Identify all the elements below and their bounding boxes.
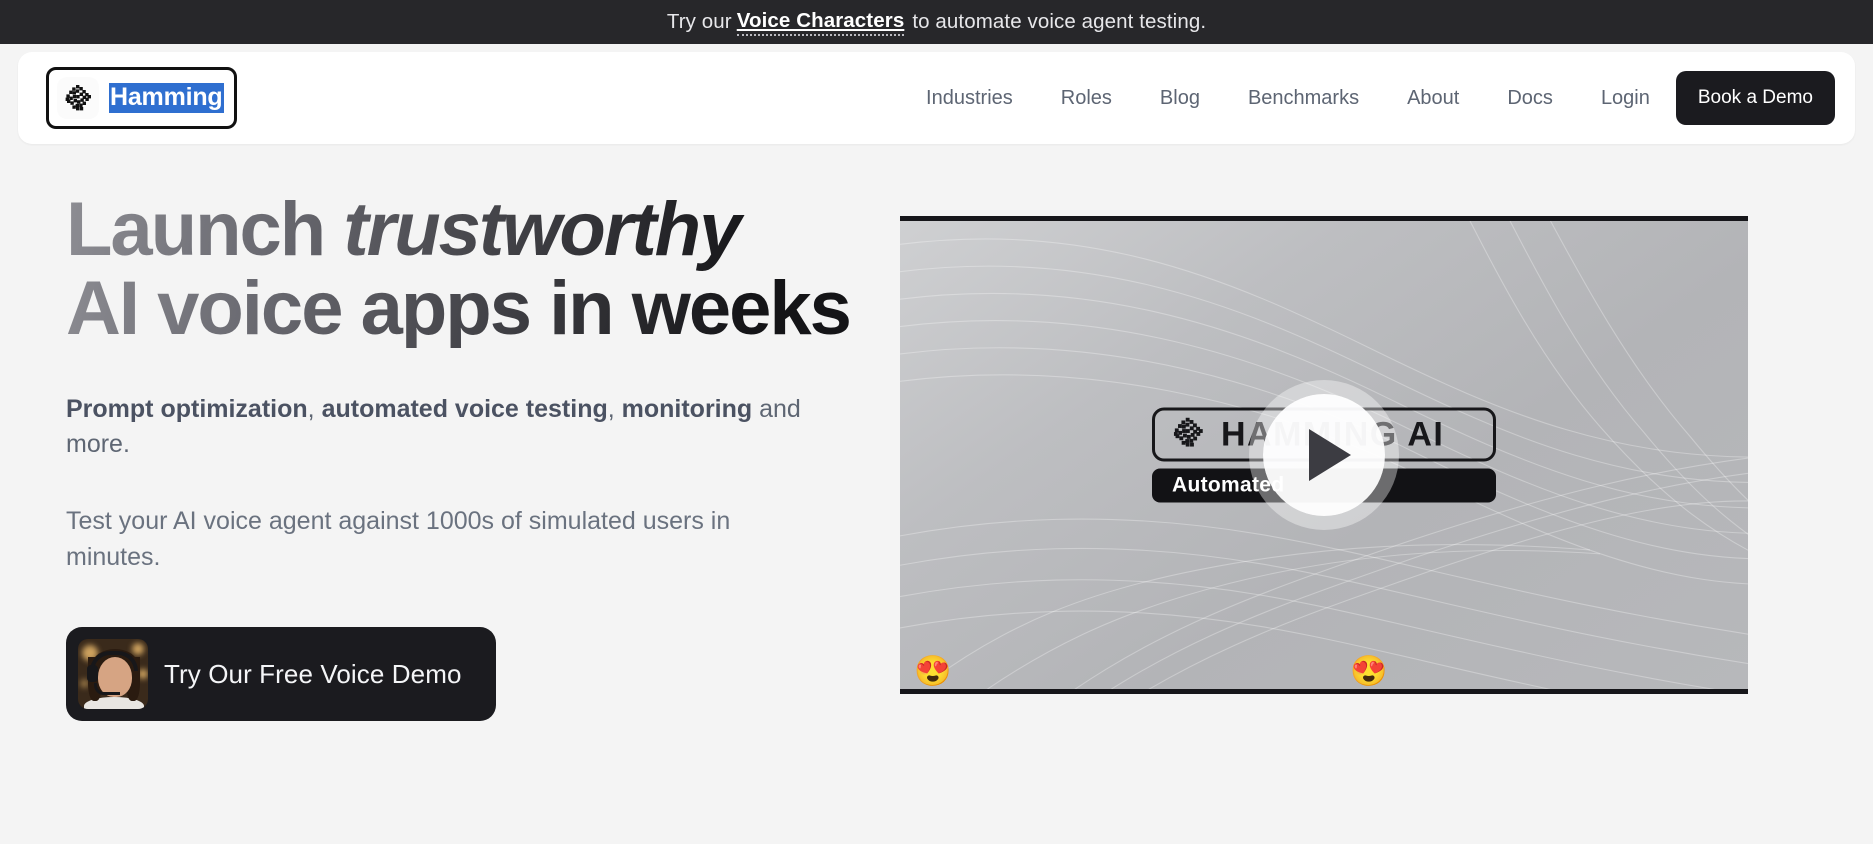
maze-logo-icon xyxy=(1171,415,1205,454)
headline-part-trustworthy: trustworthy xyxy=(343,187,740,272)
subhead-bold-2: automated voice testing xyxy=(321,395,608,424)
nav-item-login[interactable]: Login xyxy=(1577,77,1676,120)
nav-item-benchmarks[interactable]: Benchmarks xyxy=(1224,77,1383,120)
reaction-emoji-left: 😍 xyxy=(914,655,952,688)
maze-logo-icon xyxy=(57,77,99,119)
headline-line-2: AI voice apps in weeks xyxy=(66,266,850,352)
subhead-sep-2: , xyxy=(607,395,622,424)
nav-item-docs[interactable]: Docs xyxy=(1483,77,1577,120)
headline-part-launch: Launch xyxy=(66,187,344,272)
hero-description: Test your AI voice agent against 1000s o… xyxy=(66,507,731,571)
subhead-sep-1: , xyxy=(307,395,322,424)
page-title: Launch trustworthy AI voice apps in week… xyxy=(66,190,900,348)
subhead-bold-3: monitoring xyxy=(621,395,753,424)
banner-prefix: Try our xyxy=(666,10,732,33)
logo-wordmark: Hamming xyxy=(109,83,224,113)
hero-copy: Launch trustworthy AI voice apps in week… xyxy=(0,190,900,722)
reaction-emoji-right: 😍 xyxy=(1350,655,1388,688)
nav-item-roles[interactable]: Roles xyxy=(1037,77,1136,120)
hero-media: HAMMING AI Automated 😍 😍 xyxy=(900,190,1748,721)
header-wrapper: Hamming Industries Roles Blog Benchmarks… xyxy=(0,44,1873,144)
play-button[interactable] xyxy=(1263,394,1385,516)
nav-item-about[interactable]: About xyxy=(1383,77,1483,120)
book-a-demo-button[interactable]: Book a Demo xyxy=(1675,71,1835,125)
nav-item-blog[interactable]: Blog xyxy=(1136,77,1224,120)
play-triangle-icon xyxy=(1309,429,1351,481)
video-player[interactable]: HAMMING AI Automated 😍 😍 xyxy=(900,216,1748,694)
subhead-bold-1: Prompt optimization xyxy=(66,395,308,424)
banner-link-voice-characters[interactable]: Voice Characters xyxy=(736,9,905,36)
main-navigation: Industries Roles Blog Benchmarks About D… xyxy=(902,71,1835,125)
hero-subheading: Prompt optimization, automated voice tes… xyxy=(66,392,866,462)
banner-suffix: to automate voice agent testing. xyxy=(912,10,1207,33)
logo-link[interactable]: Hamming xyxy=(46,67,237,129)
hero-section: Launch trustworthy AI voice apps in week… xyxy=(0,144,1873,722)
announcement-banner: Try our Voice Characters to automate voi… xyxy=(0,0,1873,44)
voice-demo-label: Try Our Free Voice Demo xyxy=(164,658,462,689)
try-free-voice-demo-button[interactable]: Try Our Free Voice Demo xyxy=(66,627,496,722)
headset-agent-avatar xyxy=(78,639,148,710)
site-header: Hamming Industries Roles Blog Benchmarks… xyxy=(18,52,1855,144)
nav-item-industries[interactable]: Industries xyxy=(902,77,1037,120)
